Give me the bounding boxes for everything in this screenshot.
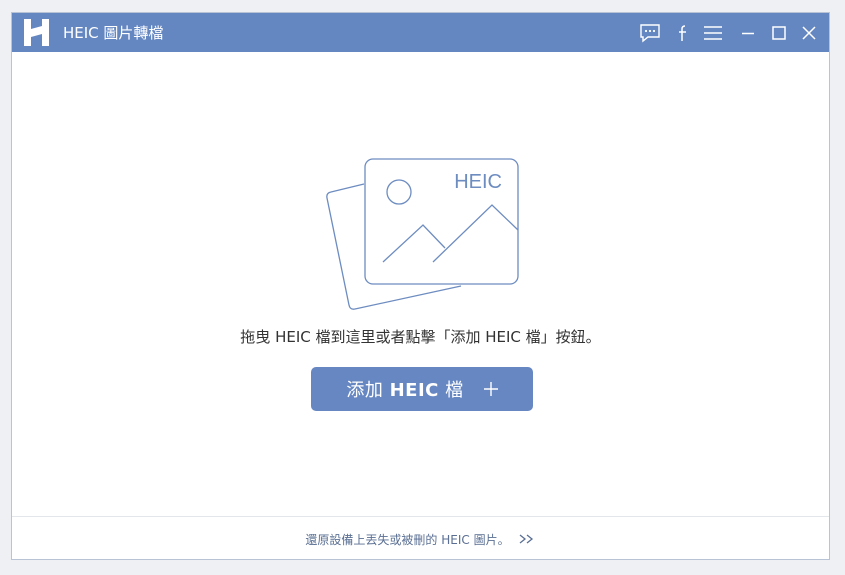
illustration-label: HEIC: [454, 171, 502, 193]
plus-icon: [483, 382, 498, 396]
footer: 還原設備上丟失或被刪的 HEIC 圖片。: [12, 516, 829, 559]
maximize-icon: [772, 26, 786, 40]
title-bar[interactable]: HEIC 圖片轉檔: [12, 13, 829, 52]
menu-button[interactable]: [701, 21, 725, 45]
feedback-icon: [640, 24, 660, 43]
feedback-button[interactable]: [638, 21, 662, 45]
add-heic-button-label: 添加 HEIC 檔: [346, 380, 464, 401]
facebook-icon: [679, 25, 686, 41]
app-title: HEIC 圖片轉檔: [63, 24, 164, 42]
recover-photos-link-label: 還原設備上丟失或被刪的 HEIC 圖片。: [305, 532, 510, 547]
close-button[interactable]: [797, 21, 821, 45]
image-placeholder-icon: HEIC: [326, 158, 519, 310]
drop-instruction: 拖曳 HEIC 檔到這里或者點擊「添加 HEIC 檔」按鈕。: [240, 328, 601, 346]
app-logo-icon: [24, 19, 49, 46]
minimize-button[interactable]: [736, 21, 760, 45]
add-heic-button[interactable]: 添加 HEIC 檔: [311, 367, 533, 411]
recover-photos-link[interactable]: 還原設備上丟失或被刪的 HEIC 圖片。: [305, 531, 535, 548]
drop-zone[interactable]: HEIC 拖曳 HEIC 檔到這里或者點擊「添加 HEIC 檔」按鈕。 添加 H…: [12, 52, 829, 516]
minimize-icon: [742, 32, 754, 35]
maximize-button[interactable]: [767, 21, 791, 45]
double-chevron-right-icon: [519, 534, 533, 544]
app-window: HEIC 圖片轉檔 HEIC 拖曳 HEIC 檔到這里或者點擊「添加 HEIC …: [11, 12, 830, 560]
facebook-button[interactable]: [671, 21, 695, 45]
close-icon: [802, 26, 816, 40]
menu-icon: [704, 26, 722, 40]
